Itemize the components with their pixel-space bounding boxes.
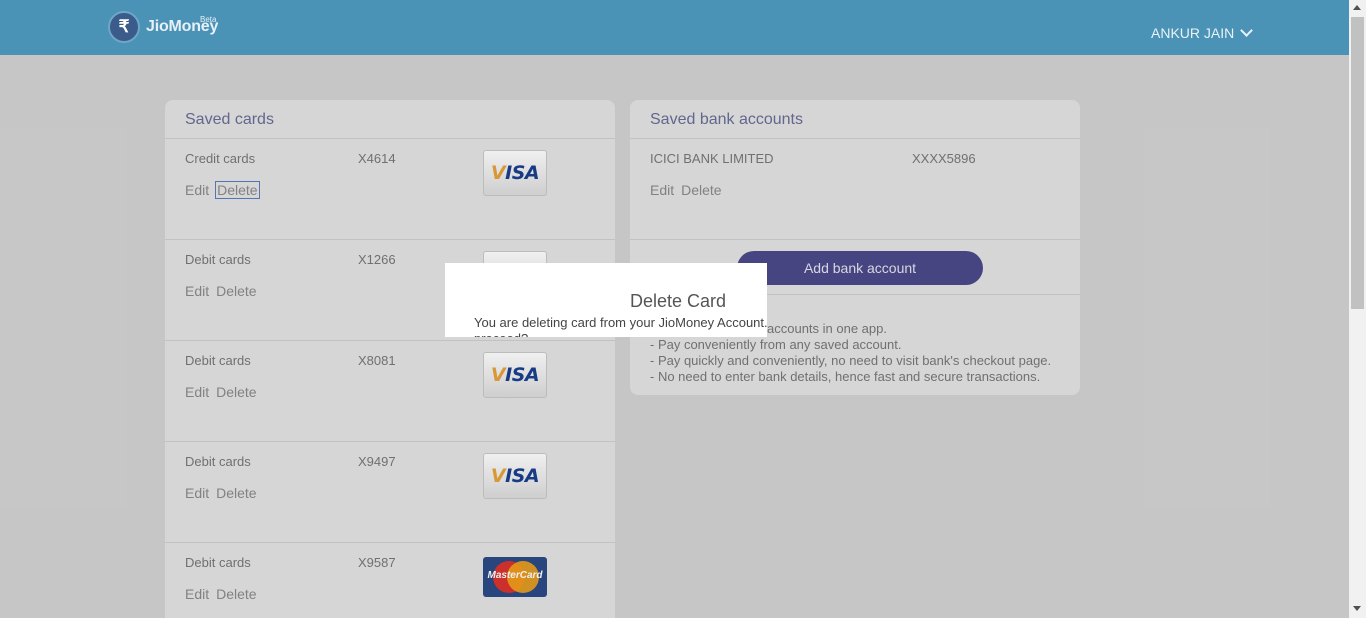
chevron-down-icon — [1240, 24, 1254, 37]
scroll-up-arrow-icon[interactable] — [1353, 5, 1361, 10]
user-name: ANKUR JAIN — [1151, 25, 1235, 41]
vertical-scrollbar[interactable] — [1349, 0, 1366, 618]
modal-message: You are deleting card from your JioMoney… — [474, 315, 767, 337]
modal-title: Delete Card — [630, 291, 727, 311]
scroll-down-arrow-icon[interactable] — [1353, 606, 1361, 611]
beta-badge: Beta — [200, 15, 217, 24]
scroll-thumb[interactable] — [1351, 17, 1364, 309]
delete-card-modal: Delete Card You are deleting card from y… — [445, 263, 767, 337]
app-header: ₹ JioMoney Beta ANKUR JAIN — [0, 0, 1349, 55]
user-menu-button[interactable]: ANKUR JAIN — [1151, 24, 1254, 41]
jiomoney-logo-icon[interactable]: ₹ — [108, 11, 140, 43]
